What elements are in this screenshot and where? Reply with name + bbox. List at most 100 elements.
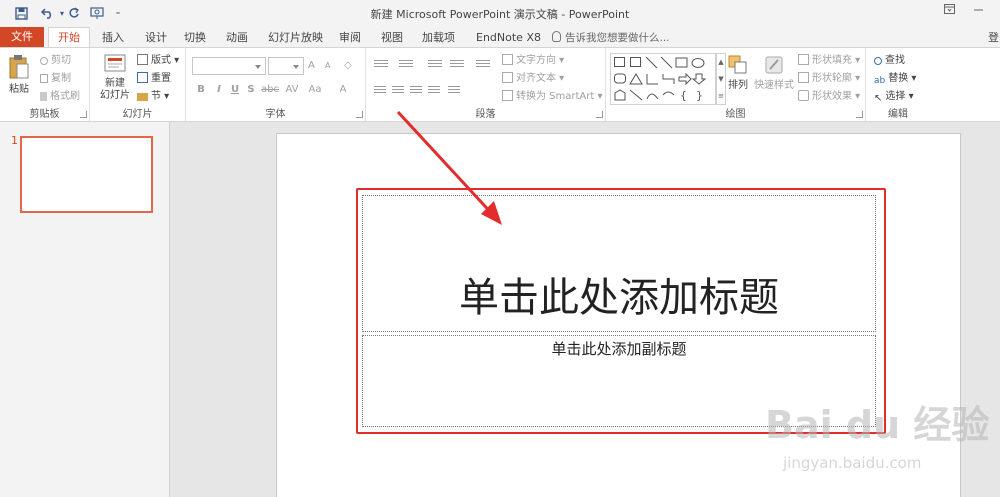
ribbon-display-options-icon[interactable] bbox=[944, 4, 955, 17]
shapes-gallery[interactable]: {} bbox=[610, 53, 716, 105]
paste-label: 粘贴 bbox=[9, 84, 29, 95]
paragraph-launcher-icon[interactable] bbox=[596, 111, 603, 118]
group-slides: 新建 幻灯片 版式 ▾ 重置 节 ▾ 幻灯片 bbox=[90, 48, 186, 121]
ribbon: 粘贴 剪切 复制 格式刷 剪贴板 新建 幻灯片 版式 ▾ 重置 节 ▾ 幻灯片 … bbox=[0, 47, 1000, 122]
shape-fill-button[interactable]: 形状填充 ▾ bbox=[798, 54, 860, 68]
editing-group-label: 编辑 bbox=[888, 109, 908, 120]
tab-addins[interactable]: 加载项 bbox=[422, 29, 455, 47]
section-button[interactable]: 节 ▾ bbox=[137, 90, 169, 104]
scissors-icon bbox=[40, 57, 48, 65]
brush-icon bbox=[40, 92, 47, 101]
clipboard-launcher-icon[interactable] bbox=[80, 111, 87, 118]
effects-icon bbox=[798, 90, 809, 101]
copy-icon bbox=[40, 74, 48, 83]
svg-text:{: { bbox=[680, 89, 687, 101]
tab-transitions[interactable]: 切换 bbox=[184, 29, 206, 47]
group-drawing: {} ▲ ▼ ≡ 排列 快速样式 形状填充 ▾ 形状轮廓 ▾ 形状效果 ▾ 绘图 bbox=[606, 48, 866, 121]
select-button[interactable]: ↖ 选择 ▾ bbox=[874, 90, 914, 104]
increase-indent-icon[interactable] bbox=[450, 60, 464, 70]
quick-styles-icon bbox=[765, 56, 783, 74]
convert-smartart-button[interactable]: 转换为 SmartArt ▾ bbox=[502, 90, 603, 104]
shadow-button[interactable]: S bbox=[244, 84, 258, 95]
basic-shapes-icon[interactable] bbox=[614, 73, 706, 85]
justify-icon[interactable] bbox=[428, 86, 440, 96]
arrange-button[interactable]: 排列 bbox=[724, 54, 752, 92]
drawing-launcher-icon[interactable] bbox=[856, 111, 863, 118]
layout-button[interactable]: 版式 ▾ bbox=[137, 54, 179, 68]
columns-icon[interactable] bbox=[448, 86, 460, 96]
group-clipboard: 粘贴 剪切 复制 格式刷 剪贴板 bbox=[0, 48, 90, 121]
tell-me-search[interactable]: 告诉我您想要做什么... bbox=[552, 29, 670, 47]
numbering-icon[interactable] bbox=[399, 60, 413, 70]
clear-format-icon[interactable]: ◇ bbox=[344, 59, 352, 73]
paste-button[interactable]: 粘贴 bbox=[6, 54, 32, 96]
reset-button[interactable]: 重置 bbox=[137, 72, 171, 86]
strikethrough-button[interactable]: abc bbox=[261, 84, 279, 95]
slide-thumbnail[interactable] bbox=[20, 136, 153, 213]
line-spacing-icon[interactable] bbox=[476, 60, 490, 70]
grow-font-button[interactable]: A bbox=[308, 59, 315, 73]
powerpoint-window: ▾ ₌ 新建 Microsoft PowerPoint 演示文稿 - Power… bbox=[0, 0, 1000, 497]
italic-button[interactable]: I bbox=[212, 84, 226, 95]
slides-group-label: 幻灯片 bbox=[122, 109, 153, 120]
shape-effects-button[interactable]: 形状效果 ▾ bbox=[798, 90, 860, 104]
tab-file[interactable]: 文件 bbox=[0, 27, 44, 47]
tab-view[interactable]: 视图 bbox=[381, 29, 403, 47]
format-painter-button[interactable]: 格式刷 bbox=[40, 90, 80, 104]
cursor-icon: ↖ bbox=[874, 93, 883, 104]
change-case-button[interactable]: Aa bbox=[306, 84, 324, 95]
font-name-combo[interactable] bbox=[192, 57, 266, 75]
section-icon bbox=[137, 93, 148, 101]
font-group-label: 字体 bbox=[265, 109, 286, 120]
new-slide-icon bbox=[104, 54, 126, 72]
ribbon-tabs: 文件 开始 插入 设计 切换 动画 幻灯片放映 审阅 视图 加载项 EndNot… bbox=[0, 27, 1000, 48]
shape-outline-button[interactable]: 形状轮廓 ▾ bbox=[798, 72, 860, 86]
tab-insert[interactable]: 插入 bbox=[102, 29, 124, 47]
underline-button[interactable]: U bbox=[228, 84, 242, 95]
group-font: A A ◇ B I U S abc AV Aa A 字体 bbox=[186, 48, 366, 121]
tab-review[interactable]: 审阅 bbox=[339, 29, 361, 47]
replace-icon: ab bbox=[874, 76, 886, 86]
line-shapes-icon[interactable] bbox=[646, 57, 706, 69]
watermark-logo: Bai du 经验 bbox=[765, 403, 990, 447]
watermark-url: jingyan.baidu.com bbox=[783, 454, 922, 472]
minimize-icon[interactable] bbox=[973, 4, 984, 17]
text-direction-button[interactable]: 文字方向 ▾ bbox=[502, 54, 564, 68]
tab-home[interactable]: 开始 bbox=[48, 27, 90, 48]
shrink-font-button[interactable]: A bbox=[325, 59, 330, 73]
bullets-icon[interactable] bbox=[374, 60, 388, 70]
vertical-textbox-shape-icon[interactable] bbox=[630, 57, 641, 67]
more-shapes-icon[interactable]: {} bbox=[614, 89, 706, 101]
textbox-shape-icon[interactable] bbox=[614, 57, 625, 67]
tab-endnote[interactable]: EndNote X8 bbox=[476, 29, 541, 47]
align-text-button[interactable]: 对齐文本 ▾ bbox=[502, 72, 564, 86]
font-size-combo[interactable] bbox=[268, 57, 304, 75]
quick-styles-label: 快速样式 bbox=[754, 80, 794, 91]
new-slide-button[interactable]: 新建 幻灯片 bbox=[95, 52, 135, 102]
tab-design[interactable]: 设计 bbox=[145, 29, 167, 47]
slide-thumbnails-pane: 1 bbox=[0, 122, 170, 497]
bold-button[interactable]: B bbox=[194, 84, 208, 95]
cut-button[interactable]: 剪切 bbox=[40, 54, 71, 68]
font-launcher-icon[interactable] bbox=[356, 111, 363, 118]
align-left-icon[interactable] bbox=[374, 86, 386, 96]
quick-styles-button[interactable]: 快速样式 bbox=[754, 54, 794, 92]
tab-slideshow[interactable]: 幻灯片放映 bbox=[268, 29, 323, 47]
align-right-icon[interactable] bbox=[410, 86, 422, 96]
text-direction-icon bbox=[502, 54, 513, 65]
group-editing: 查找 ab 替换 ▾ ↖ 选择 ▾ 编辑 bbox=[866, 48, 930, 121]
replace-button[interactable]: ab 替换 ▾ bbox=[874, 72, 916, 86]
font-color-button[interactable]: A bbox=[336, 84, 350, 95]
new-slide-label-1: 新建 bbox=[105, 78, 125, 89]
align-center-icon[interactable] bbox=[392, 86, 404, 96]
signin-link[interactable]: 登 bbox=[988, 29, 999, 47]
find-button[interactable]: 查找 bbox=[874, 54, 905, 68]
character-spacing-button[interactable]: AV bbox=[283, 84, 301, 95]
decrease-indent-icon[interactable] bbox=[428, 60, 442, 70]
new-slide-label-2: 幻灯片 bbox=[100, 90, 130, 101]
slide-number: 1 bbox=[11, 134, 18, 147]
copy-button[interactable]: 复制 bbox=[40, 72, 71, 86]
search-icon bbox=[874, 57, 882, 65]
tab-animations[interactable]: 动画 bbox=[226, 29, 248, 47]
baidu-watermark: Bai du 经验 jingyan.baidu.com bbox=[765, 392, 995, 492]
